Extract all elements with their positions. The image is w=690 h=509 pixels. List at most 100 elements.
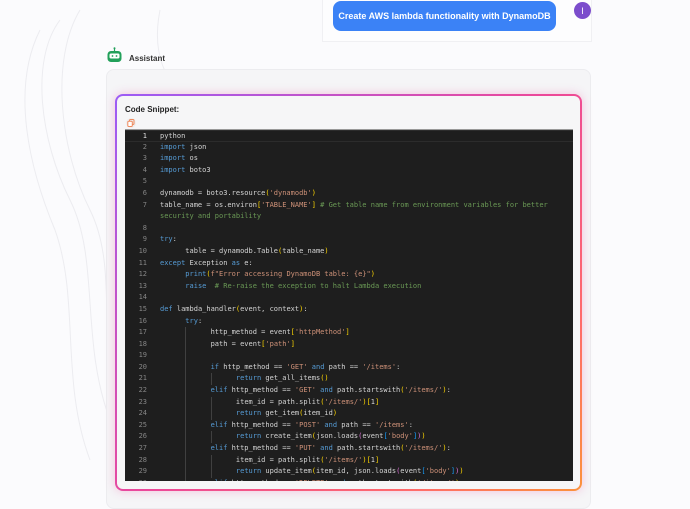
code-token: http_method == [227,478,294,481]
indent-guide [160,420,185,432]
code-token: Exception [185,258,232,267]
code-token: '/items/' [417,478,455,481]
copy-icon[interactable] [126,118,136,128]
indent-guide [185,466,210,478]
code-token: '/items' [374,420,409,429]
code-token: ] [375,397,380,406]
code-token: and [320,420,338,429]
code-token: update_item [261,467,312,476]
indent-guide [160,281,185,293]
line-number: 16 [138,316,147,325]
code-token: http_method == [227,420,295,429]
code-token: ) [459,467,464,476]
code-editor[interactable]: 1 python 2 import json 3 import os 4 import bot… [125,129,573,481]
code-line: 1 python [125,130,573,142]
code-text: except Exception as e: [147,258,253,270]
code-token: 'DELETE' [295,478,329,481]
line-number: 15 [138,304,147,313]
code-text: return update_item(item_id, json.loads(e… [147,466,464,478]
indent-guide [160,269,185,281]
code-token: elif [210,444,228,453]
code-token: 'POST' [294,420,321,429]
line-number: 18 [138,339,147,348]
indent-guide [185,385,210,397]
code-token: try [160,235,173,244]
code-token: elif [210,386,228,395]
code-text: try: [147,234,177,246]
code-text: elif http_method == 'PUT' and path.start… [147,443,451,455]
indent-guide [160,408,185,420]
code-line: 30elif http_method == 'DELETE' and path.… [125,477,573,481]
code-token: item_id, json.loads [315,467,397,476]
indent-guide [185,419,210,432]
line-number: 30 [125,478,147,481]
indent-guide [185,361,210,374]
code-line: 21 return get_all_items() [125,373,573,386]
indent-guide [160,385,185,397]
user-message-bubble[interactable]: Create AWS lambda functionality with Dyn… [333,1,556,31]
code-token: dynamodb = boto3.resource [160,188,266,197]
code-text: path = event['path'] [147,338,295,351]
indent-guide [185,327,210,339]
line-number: 5 [142,177,147,186]
indent-guide [160,443,185,455]
line-number: 8 [142,223,147,232]
indent-guide [160,431,185,443]
code-token: python [160,132,186,140]
code-token: : [408,420,413,429]
code-text: item_id = path.split('/items/')[1] [147,396,380,409]
code-token: 'PUT' [294,444,316,453]
code-line: 20 if http_method == 'GET' and path == '/… [125,361,573,374]
code-line: 7 table_name = os.environ['TABLE_NAME'] #… [125,200,573,212]
code-token: http_method == [219,362,287,371]
code-token: ] [345,328,350,337]
code-token: ) [370,270,375,279]
code-token: elif [211,478,228,481]
code-token: item_id = path.split [235,455,321,464]
code-text: elif http_method == 'DELETE' and path.st… [147,477,464,481]
indent-guide [160,478,185,481]
code-line: 4 import boto3 [125,165,573,177]
code-line: 12 print(f"Error accessing DynamoDB table… [125,269,573,281]
user-avatar[interactable]: I [574,2,591,19]
indent-guide [185,350,210,362]
code-token: create_item [261,432,312,441]
code-token: '/items/' [404,386,443,395]
assistant-header: Assistant [106,47,165,69]
indent-guide [160,339,185,351]
code-line: 6 dynamodb = boto3.resource('dynamodb') [125,188,573,200]
code-token: json.loads [315,432,359,441]
code-text [147,350,211,362]
code-text: return get_item(item_id) [147,408,337,420]
line-number: 24 [138,409,147,418]
code-token: item_id = path.split [235,397,321,406]
code-token: path.startswith [332,444,401,453]
indent-guide [160,455,185,467]
indent-guide [210,466,236,478]
code-token: '/items/' [324,455,363,464]
code-token: and [329,478,346,481]
code-token: '/items/' [324,397,363,406]
code-token: def [160,304,173,313]
code-token: return [235,374,262,383]
indent-guide [185,338,210,351]
code-token: 'body' [387,432,413,441]
assistant-label: Assistant [129,53,166,63]
line-number: 11 [138,258,147,267]
code-line: 24 return get_item(item_id) [125,408,573,420]
code-token: boto3 [185,165,211,174]
line-number: 9 [142,235,147,244]
code-token: () [320,374,329,383]
indent-guide [185,454,210,467]
code-line: 29 return update_item(item_id, json.loads… [125,466,573,478]
code-text: http_method = event['httpMethod'] [147,327,350,339]
code-line: 3 import os [125,153,573,165]
indent-guide [210,396,236,409]
code-token: return [235,409,262,418]
code-line: 15 def lambda_handler(event, context): [125,304,573,316]
code-token: except [160,258,186,267]
code-token: os [185,154,198,163]
indent-guide [210,454,236,467]
